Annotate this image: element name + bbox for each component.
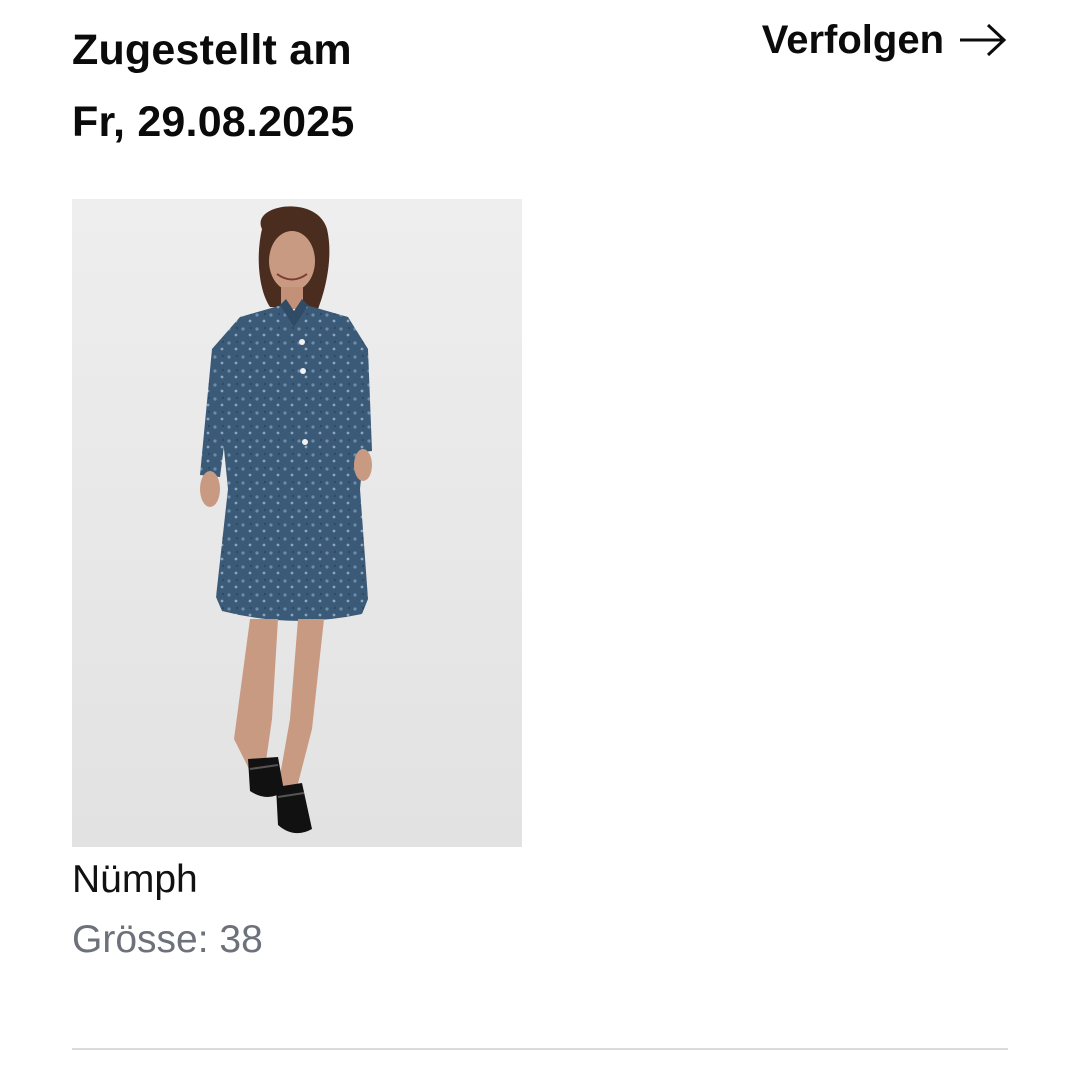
- product-image[interactable]: [72, 199, 522, 847]
- divider: [72, 1048, 1008, 1050]
- track-shipment-label: Verfolgen: [761, 17, 944, 62]
- delivery-date: Fr, 29.08.2025: [72, 98, 355, 146]
- product-brand: Nümph: [72, 858, 198, 901]
- track-shipment-link[interactable]: Verfolgen: [762, 14, 1008, 66]
- delivery-status-heading: Zugestellt am Fr, 29.08.2025: [72, 14, 355, 158]
- dress-model-illustration: [72, 199, 522, 847]
- delivery-status-label: Zugestellt am: [72, 26, 352, 74]
- arrow-right-icon: [958, 23, 1008, 57]
- product-size: Grösse: 38: [72, 918, 263, 961]
